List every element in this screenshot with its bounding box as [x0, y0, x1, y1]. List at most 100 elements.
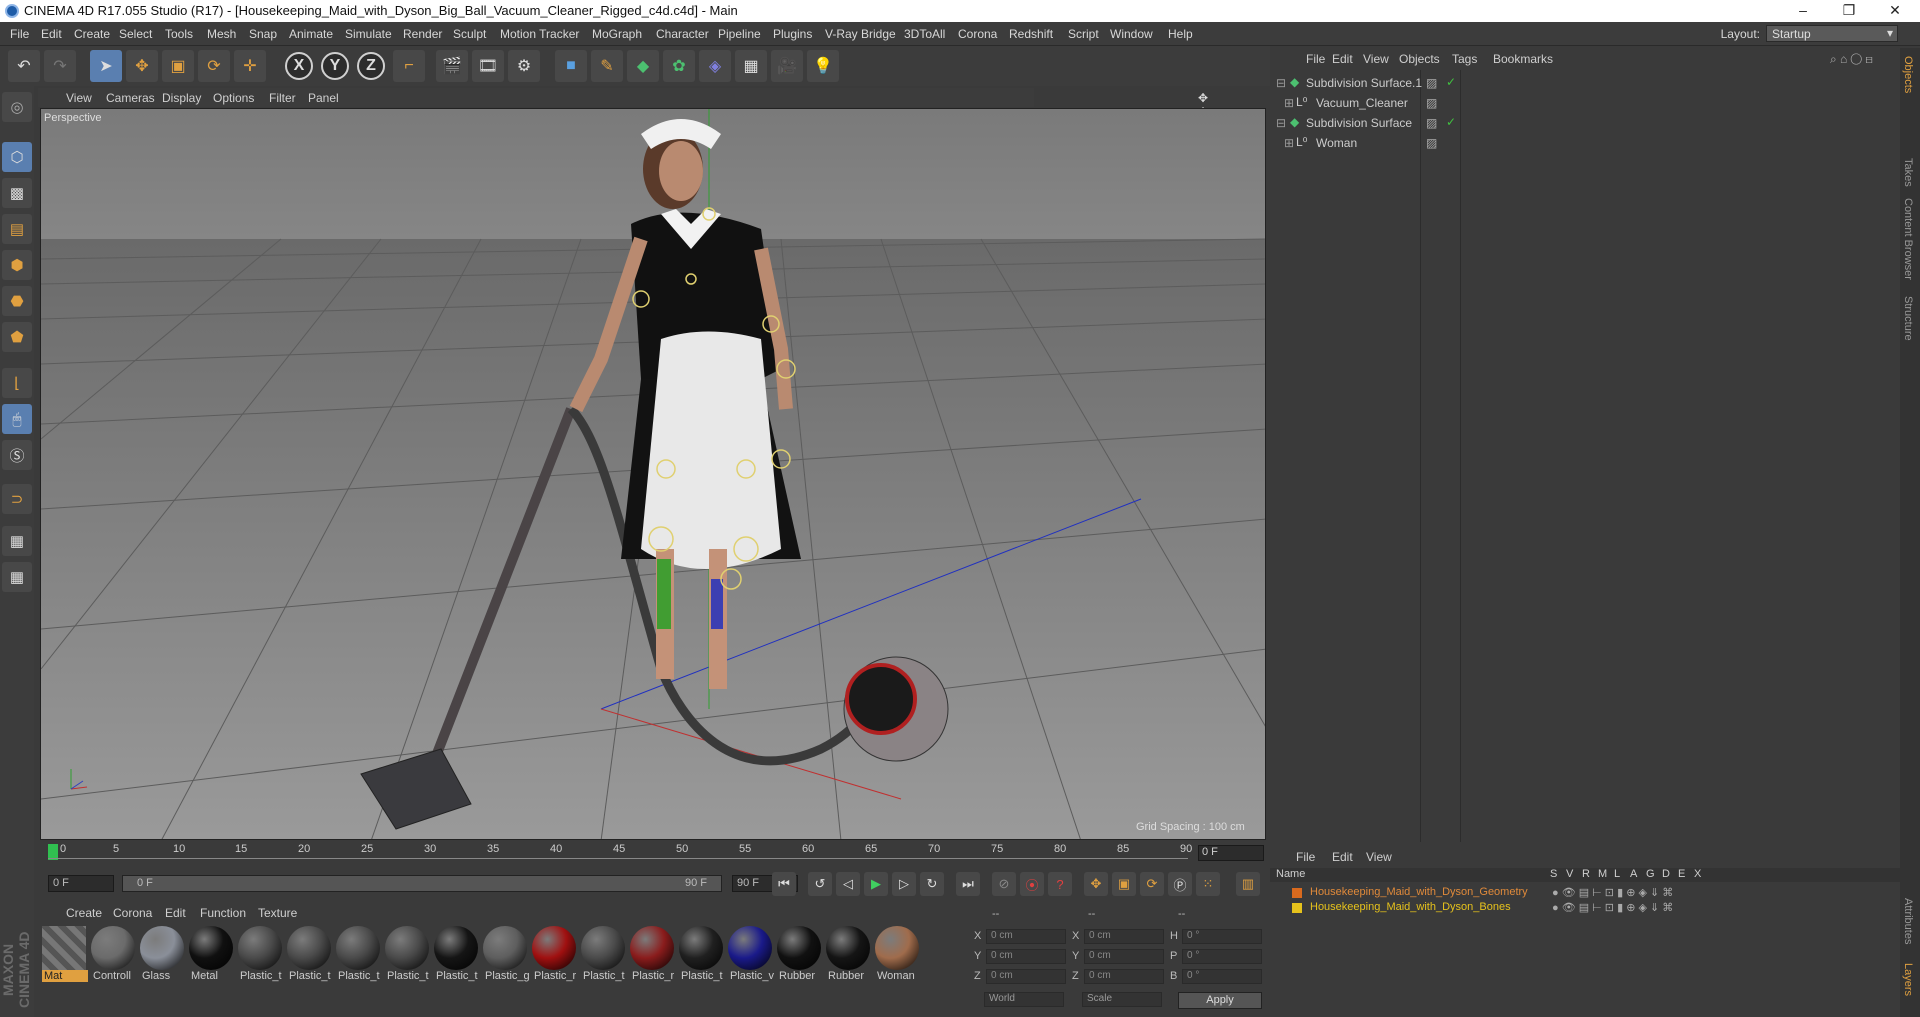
select-arrow-icon[interactable]: ➤ [90, 50, 122, 82]
redo-icon[interactable]: ↷ [44, 50, 76, 82]
expand-icon[interactable]: ⊞ [1284, 96, 1294, 110]
y-axis-icon[interactable]: Y [321, 52, 349, 80]
record-icon[interactable]: ⦿ [1020, 872, 1044, 896]
material-thumbnail[interactable]: Plastic_t [238, 926, 284, 982]
size-z-field[interactable]: 0 cm [1084, 969, 1164, 984]
layer-color-swatch[interactable] [1292, 888, 1302, 898]
key-pla-icon[interactable]: ⁙ [1196, 872, 1220, 896]
goto-start-icon[interactable]: ⏮ [772, 872, 796, 896]
z-axis-icon[interactable]: Z [357, 52, 385, 80]
layer-menu-edit[interactable]: Edit [1332, 850, 1353, 864]
menu-help[interactable]: Help [1168, 27, 1193, 41]
floor-icon[interactable]: ▦ [735, 50, 767, 82]
texture-mode-icon[interactable]: ▩ [2, 178, 32, 208]
pos-z-field[interactable]: 0 cm [986, 969, 1066, 984]
material-thumbnail[interactable]: Glass [140, 926, 186, 982]
material-thumbnail[interactable]: Plastic_t [581, 926, 627, 982]
mat-menu-create[interactable]: Create [66, 906, 102, 920]
object-row-subdivision-surface[interactable]: ⊟ ◆ Subdivision Surface ▨ ✓ [1270, 114, 1900, 132]
snap-icon[interactable]: Ⓢ [2, 440, 32, 470]
menu-tools[interactable]: Tools [165, 27, 193, 41]
material-thumbnail[interactable]: Plastic_t [385, 926, 431, 982]
undo-icon[interactable]: ↶ [8, 50, 40, 82]
object-row-vacuum-cleaner[interactable]: ⊞ L⁰ Vacuum_Cleaner ▨ [1270, 94, 1900, 112]
material-thumbnail[interactable]: Plastic_t [287, 926, 333, 982]
menu-render[interactable]: Render [403, 27, 442, 41]
viewport-menu-view[interactable]: View [66, 91, 92, 105]
menu-character[interactable]: Character [656, 27, 709, 41]
preview-range-slider[interactable]: 0 F 90 F [122, 875, 722, 892]
menu-sculpt[interactable]: Sculpt [453, 27, 486, 41]
pos-y-field[interactable]: 0 cm [986, 949, 1066, 964]
layer-flags-icon[interactable]: ● 👁 ▤ ⊢ ⊡ ▮ ⊕ ◈ ⇓ ⌘ [1552, 901, 1673, 914]
tab-content-browser[interactable]: Content Browser [1902, 198, 1914, 280]
polygons-mode-icon[interactable]: ⬟ [2, 322, 32, 352]
current-frame-field[interactable]: 0 F [1198, 845, 1264, 861]
play-icon[interactable]: ▶ [864, 872, 888, 896]
layer-menu-file[interactable]: File [1296, 850, 1315, 864]
material-thumbnail[interactable]: Controll [91, 926, 137, 982]
material-thumbnail[interactable]: Plastic_g [483, 926, 529, 982]
make-editable-icon[interactable]: ◎ [2, 92, 32, 122]
light-icon[interactable]: 💡 [807, 50, 839, 82]
layout-dropdown[interactable]: Startup [1766, 25, 1898, 42]
rotate-icon[interactable]: ⟳ [198, 50, 230, 82]
restore-button[interactable]: ❐ [1826, 0, 1872, 22]
material-thumbnail[interactable]: Rubber [826, 926, 872, 982]
tab-structure[interactable]: Structure [1902, 296, 1914, 341]
deformer-icon[interactable]: ◈ [699, 50, 731, 82]
cube-icon[interactable]: ■ [555, 50, 587, 82]
expand-icon[interactable]: ⊟ [1276, 116, 1286, 130]
key-parameter-icon[interactable]: Ⓟ [1168, 872, 1192, 896]
planar-workplane-icon[interactable]: ▦ [2, 562, 32, 592]
obj-menu-view[interactable]: View [1363, 52, 1389, 66]
timeline-ruler[interactable]: 0 5 10 15 20 25 30 35 40 45 50 55 60 65 … [40, 842, 1266, 864]
mat-menu-texture[interactable]: Texture [258, 906, 297, 920]
layer-menu-view[interactable]: View [1366, 850, 1392, 864]
tab-takes[interactable]: Takes [1902, 158, 1914, 187]
tab-attributes[interactable]: Attributes [1902, 898, 1914, 944]
material-thumbnail[interactable]: Plastic_t [434, 926, 480, 982]
mat-menu-function[interactable]: Function [200, 906, 246, 920]
size-x-field[interactable]: 0 cm [1084, 929, 1164, 944]
render-view-icon[interactable]: 🎬 [436, 50, 468, 82]
menu-3dtoall[interactable]: 3DToAll [904, 27, 945, 41]
material-thumbnail[interactable]: Woman [875, 926, 921, 982]
workplane-icon[interactable]: ▤ [2, 214, 32, 244]
mat-menu-corona[interactable]: Corona [113, 906, 152, 920]
menu-mograph[interactable]: MoGraph [592, 27, 642, 41]
material-thumbnail[interactable]: Plastic_r [630, 926, 676, 982]
menu-window[interactable]: Window [1110, 27, 1153, 41]
material-thumbnail[interactable]: Plastic_v [728, 926, 774, 982]
menu-motion-tracker[interactable]: Motion Tracker [500, 27, 579, 41]
visibility-toggle-icon[interactable]: ▨ [1426, 136, 1437, 150]
pen-icon[interactable]: ✎ [591, 50, 623, 82]
visibility-toggle-icon[interactable]: ▨ [1426, 116, 1437, 130]
menu-snap[interactable]: Snap [249, 27, 277, 41]
viewport-menu-cameras[interactable]: Cameras [106, 91, 155, 105]
obj-menu-bookmarks[interactable]: Bookmarks [1493, 52, 1553, 66]
mat-menu-edit[interactable]: Edit [165, 906, 186, 920]
minimize-button[interactable]: – [1780, 0, 1826, 22]
size-y-field[interactable]: 0 cm [1084, 949, 1164, 964]
menu-animate[interactable]: Animate [289, 27, 333, 41]
material-thumbnail[interactable]: Mat [42, 926, 88, 982]
menu-file[interactable]: File [10, 27, 29, 41]
apply-button[interactable]: Apply [1178, 992, 1262, 1009]
prev-frame-icon[interactable]: ◁ [836, 872, 860, 896]
close-button[interactable]: ✕ [1872, 0, 1918, 22]
obj-menu-file[interactable]: File [1306, 52, 1325, 66]
obj-search-icon[interactable]: ⌕ ⌂ ◯ ⊟ [1830, 52, 1873, 67]
menu-create[interactable]: Create [74, 27, 110, 41]
material-thumbnail[interactable]: Metal [189, 926, 235, 982]
menu-select[interactable]: Select [119, 27, 152, 41]
rot-p-field[interactable]: 0 ° [1182, 949, 1262, 964]
layer-row[interactable]: Housekeeping_Maid_with_Dyson_Geometry ● … [1270, 886, 1900, 900]
autokey-icon[interactable]: ⊘ [992, 872, 1016, 896]
timeline-window-icon[interactable]: ▥ [1236, 872, 1260, 896]
move-icon[interactable]: ✥ [126, 50, 158, 82]
start-frame-field[interactable]: 0 F [48, 875, 114, 892]
material-thumbnail[interactable]: Rubber [777, 926, 823, 982]
expand-icon[interactable]: ⊞ [1284, 136, 1294, 150]
material-thumbnail[interactable]: Plastic_r [532, 926, 578, 982]
